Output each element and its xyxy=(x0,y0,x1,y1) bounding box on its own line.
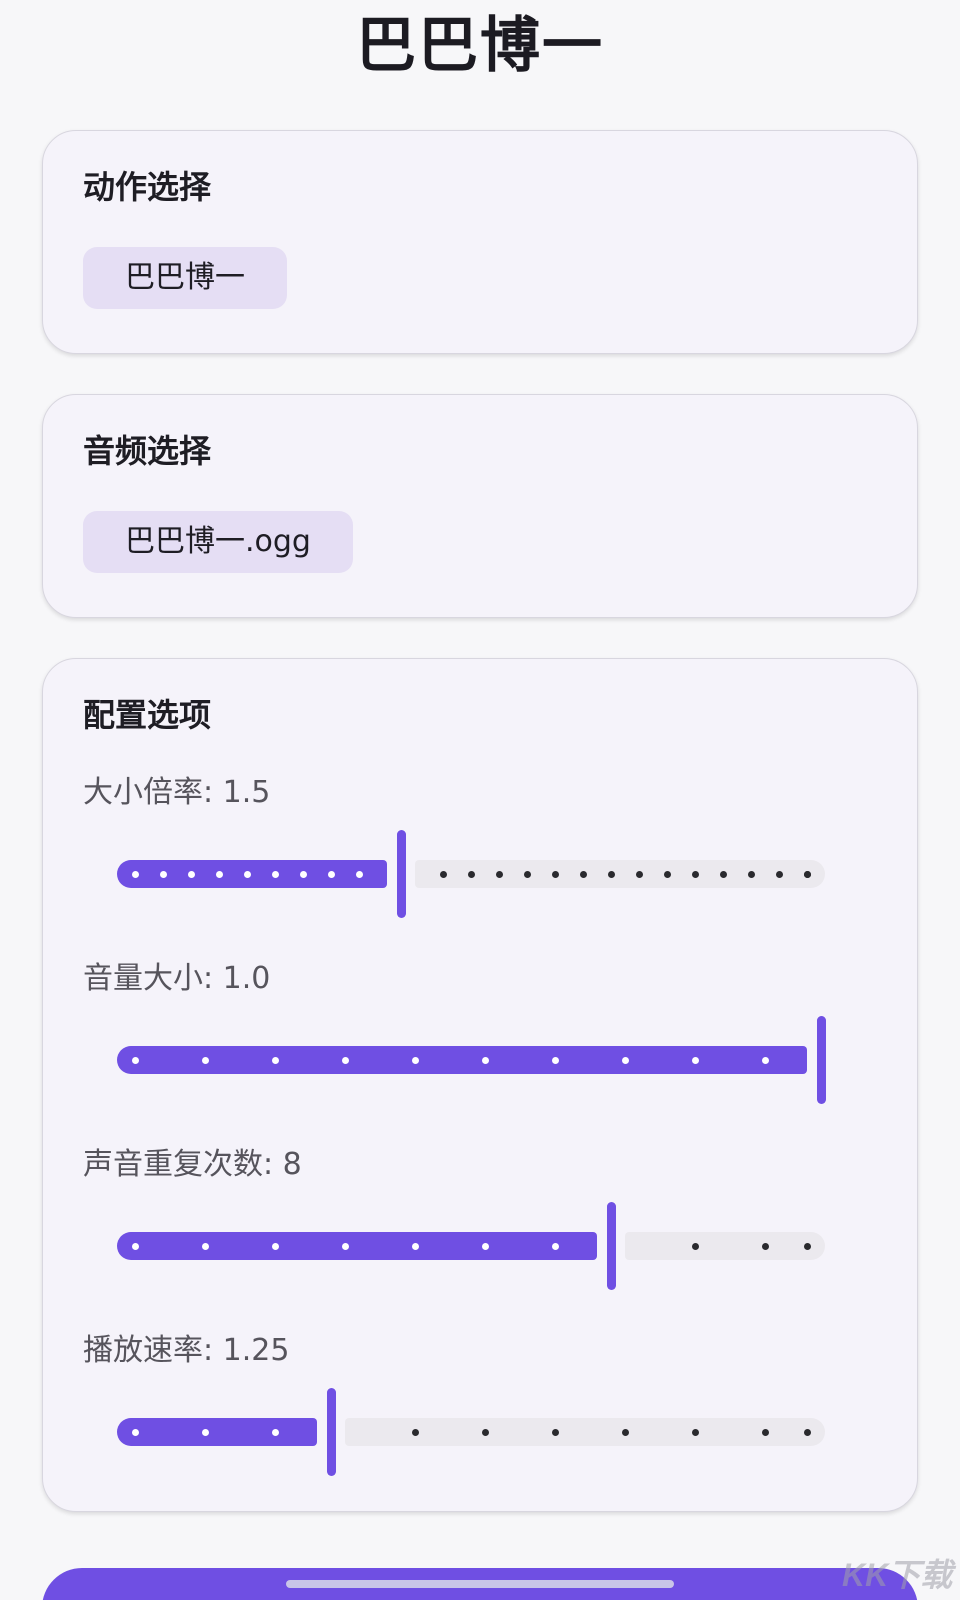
slider-tick xyxy=(551,1243,559,1250)
slider-tick xyxy=(131,1429,139,1436)
slider-tick xyxy=(691,871,699,878)
slider-tick xyxy=(439,871,447,878)
slider-tick xyxy=(215,871,223,878)
slider-tick xyxy=(271,1243,279,1250)
slider-tick xyxy=(201,1243,209,1250)
slider-tick xyxy=(551,1057,559,1064)
slider-active-track xyxy=(117,1418,317,1446)
slider-active-track xyxy=(117,1232,597,1260)
slider-tick xyxy=(481,1429,489,1436)
slider-tick xyxy=(691,1243,699,1250)
slider-tick xyxy=(691,1429,699,1436)
slider-tick xyxy=(579,871,587,878)
slider-tick xyxy=(341,1057,349,1064)
action-select-card: 动作选择 巴巴博一 xyxy=(42,130,918,354)
slider-tick xyxy=(355,871,363,878)
repeat-count-slider[interactable] xyxy=(117,1201,853,1291)
audio-select-card: 音频选择 巴巴博一.ogg xyxy=(42,394,918,618)
slider-tick xyxy=(719,871,727,878)
slider-tick xyxy=(201,1057,209,1064)
slider-tick xyxy=(271,1057,279,1064)
repeat-count-label: 声音重复次数: 8 xyxy=(83,1147,302,1182)
slider-tick xyxy=(271,871,279,878)
slider-active-track xyxy=(117,1046,807,1074)
slider-tick xyxy=(411,1429,419,1436)
slider-tick xyxy=(551,871,559,878)
slider-active-track xyxy=(117,860,387,888)
size-scale-label: 大小倍率: 1.5 xyxy=(83,775,271,810)
playback-rate-slider[interactable] xyxy=(117,1387,853,1477)
playback-rate-label: 播放速率: 1.25 xyxy=(83,1333,290,1368)
slider-thumb[interactable] xyxy=(326,1388,336,1476)
slider-tick xyxy=(299,871,307,878)
slider-tick xyxy=(159,871,167,878)
slider-tick xyxy=(131,1057,139,1064)
slider-inactive-track xyxy=(415,860,825,888)
slider-tick xyxy=(411,1243,419,1250)
slider-tick xyxy=(341,1243,349,1250)
slider-tick xyxy=(495,871,503,878)
slider-tick xyxy=(523,871,531,878)
slider-tick xyxy=(803,1243,811,1250)
slider-tick xyxy=(663,871,671,878)
page-title: 巴巴博一 xyxy=(356,11,604,81)
home-indicator xyxy=(286,1580,674,1588)
slider-tick xyxy=(761,1243,769,1250)
slider-tick xyxy=(621,1057,629,1064)
slider-tick xyxy=(761,1057,769,1064)
slider-thumb[interactable] xyxy=(816,1016,826,1104)
slider-tick xyxy=(747,871,755,878)
slider-tick xyxy=(551,1429,559,1436)
volume-slider[interactable] xyxy=(117,1015,853,1105)
slider-tick xyxy=(761,1429,769,1436)
slider-inactive-track xyxy=(625,1232,825,1260)
slider-tick xyxy=(243,871,251,878)
config-card: 配置选项 大小倍率: 1.5 音量大小: 1.0 声音重复次数: 8 播放速率:… xyxy=(42,658,918,1512)
action-card-title: 动作选择 xyxy=(83,168,212,206)
slider-tick xyxy=(803,1429,811,1436)
slider-tick xyxy=(775,871,783,878)
slider-thumb[interactable] xyxy=(396,830,406,918)
size-scale-slider[interactable] xyxy=(117,829,853,919)
slider-tick xyxy=(635,871,643,878)
slider-tick xyxy=(607,871,615,878)
config-card-title: 配置选项 xyxy=(83,696,212,734)
slider-tick xyxy=(467,871,475,878)
volume-label: 音量大小: 1.0 xyxy=(83,961,271,996)
slider-tick xyxy=(411,1057,419,1064)
slider-tick xyxy=(271,1429,279,1436)
slider-tick xyxy=(691,1057,699,1064)
slider-tick xyxy=(803,871,811,878)
slider-tick xyxy=(187,871,195,878)
watermark-logo: KK下载 xyxy=(842,1557,953,1593)
action-chip[interactable]: 巴巴博一 xyxy=(83,247,287,309)
slider-tick xyxy=(131,1243,139,1250)
slider-tick xyxy=(481,1243,489,1250)
slider-thumb[interactable] xyxy=(606,1202,616,1290)
slider-tick xyxy=(131,871,139,878)
slider-tick xyxy=(327,871,335,878)
slider-tick xyxy=(621,1429,629,1436)
slider-tick xyxy=(481,1057,489,1064)
audio-chip[interactable]: 巴巴博一.ogg xyxy=(83,511,353,573)
slider-tick xyxy=(201,1429,209,1436)
audio-card-title: 音频选择 xyxy=(83,432,212,470)
